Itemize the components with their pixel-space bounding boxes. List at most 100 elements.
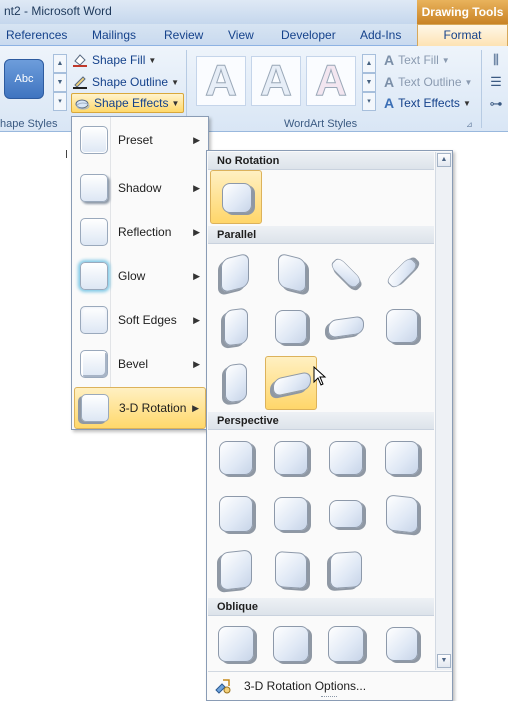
rotation-oblique-1[interactable] [210,618,262,672]
rotation-perspective-4[interactable] [376,432,428,486]
menu-item-shadow[interactable]: Shadow ▶ [74,167,206,209]
text-outline-icon: A [384,74,395,90]
rotation-parallel-4[interactable] [376,246,428,300]
tab-references[interactable]: References [6,28,67,42]
rotation-perspective-10[interactable] [265,544,317,598]
rounded-square-preview-icon [225,362,247,404]
dialog-launcher-icon[interactable]: ⊿ [466,120,473,129]
wordart-style-2[interactable]: A [251,56,301,106]
rounded-square-preview-icon [386,627,418,661]
rotation-oblique-3[interactable] [320,618,372,672]
shape-outline-label: Shape Outline [92,75,169,89]
rotation-perspective-9[interactable] [210,544,262,598]
section-oblique: Oblique [208,598,434,616]
tab-add-ins[interactable]: Add-Ins [360,28,401,42]
rotation-parallel-9[interactable] [210,356,262,410]
link-icon[interactable]: ⊶ [486,96,506,118]
rounded-square-preview-icon [275,550,307,590]
bevel-icon [80,350,108,378]
3d-rotation-options-icon [214,678,232,694]
rounded-square-preview-icon [329,500,363,528]
shape-outline-button[interactable]: Shape Outline ▼ [72,72,179,92]
shape-fill-label: Shape Fill [92,53,146,67]
section-perspective: Perspective [208,412,434,430]
tab-developer[interactable]: Developer [281,28,336,42]
rounded-square-preview-icon [386,309,418,343]
align-icon[interactable]: ⫼ [486,52,506,74]
scroll-down-button[interactable]: ▼ [362,73,376,92]
rotation-perspective-8[interactable] [376,488,428,542]
rotation-parallel-2[interactable] [265,246,317,300]
scroll-up-button[interactable]: ▲ [362,54,376,73]
rotation-oblique-4[interactable] [376,618,428,672]
menu-item-bevel[interactable]: Bevel ▶ [74,343,206,385]
menu-item-glow[interactable]: Glow ▶ [74,255,206,297]
tab-view[interactable]: View [228,28,254,42]
rotation-perspective-1[interactable] [210,432,262,486]
shape-effects-button[interactable]: Shape Effects ▼ [71,93,185,113]
rotation-parallel-8[interactable] [376,300,428,354]
rounded-square-preview-icon [219,441,253,475]
rotation-parallel-3[interactable] [320,246,372,300]
rounded-square-preview-icon [328,315,364,339]
scroll-up-button[interactable]: ▲ [437,153,451,167]
chevron-right-icon: ▶ [192,402,199,413]
rounded-square-preview-icon [385,256,419,290]
3d-rotation-options-item[interactable]: 3-D Rotation Options... [208,671,452,699]
position-icon[interactable]: ☰ [486,74,506,96]
rotation-parallel-6[interactable] [265,300,317,354]
chevron-right-icon: ▶ [193,226,200,237]
menu-item-reflection[interactable]: Reflection ▶ [74,211,206,253]
rotation-none[interactable] [210,170,262,224]
chevron-down-icon: ▼ [441,55,450,65]
wordart-style-1[interactable]: A [196,56,246,106]
shape-effects-label: Shape Effects [94,96,169,110]
chevron-down-icon: ▼ [462,98,471,108]
rotation-oblique-2[interactable] [265,618,317,672]
more-button[interactable]: ▾ [362,92,376,111]
drawing-tools-header: Drawing Tools [417,0,508,24]
3d-rotation-options-label: 3-D Rotation Options... [244,678,367,693]
3d-rotation-icon [81,394,109,422]
scroll-up-button[interactable]: ▲ [53,54,67,73]
rotation-parallel-10[interactable] [265,356,317,410]
wordart-styles-group-label: WordArt Styles [284,118,358,130]
wordart-style-3[interactable]: A [306,56,356,106]
rotation-perspective-11[interactable] [320,544,372,598]
menu-item-label: Glow [118,269,146,283]
3d-rotation-submenu: No Rotation Parallel Perspective Oblique… [206,150,453,701]
shape-fill-button[interactable]: Shape Fill ▼ [72,50,156,70]
resize-grip[interactable] [321,696,337,699]
text-outline-button[interactable]: A Text Outline ▼ [384,72,472,92]
wordart-gallery-scroll: ▲ ▼ ▾ [362,54,376,112]
paint-bucket-icon [72,53,88,67]
rotation-perspective-2[interactable] [265,432,317,486]
menu-item-label: Reflection [118,225,172,239]
title-bar: nt2 - Microsoft Word Drawing Tools [0,0,508,24]
rounded-square-preview-icon [221,252,249,294]
menu-item-3d-rotation[interactable]: 3-D Rotation ▶ [74,387,206,429]
gallery-scrollbar[interactable]: ▲ ▼ [435,152,452,670]
tab-review[interactable]: Review [164,28,203,42]
shape-style-swatch[interactable]: Abc [4,59,44,99]
rotation-perspective-6[interactable] [265,488,317,542]
text-effects-button[interactable]: A Text Effects ▼ [384,93,471,113]
rotation-perspective-5[interactable] [210,488,262,542]
text-outline-label: Text Outline [398,75,462,89]
menu-item-soft-edges[interactable]: Soft Edges ▶ [74,299,206,341]
menu-item-preset[interactable]: Preset ▶ [74,119,206,161]
scroll-down-button[interactable]: ▼ [53,73,67,92]
text-fill-button[interactable]: A Text Fill ▼ [384,50,450,70]
rotation-perspective-3[interactable] [320,432,372,486]
rotation-parallel-5[interactable] [210,300,262,354]
rounded-square-preview-icon [222,183,252,213]
rounded-square-preview-icon [278,252,306,294]
scroll-down-button[interactable]: ▼ [437,654,451,668]
tab-mailings[interactable]: Mailings [92,28,136,42]
more-button[interactable]: ▾ [53,92,67,111]
rotation-parallel-1[interactable] [210,246,262,300]
shape-styles-group-label: hape Styles [0,118,58,130]
rotation-parallel-7[interactable] [320,300,372,354]
tab-format[interactable]: Format [417,24,508,47]
rotation-perspective-7[interactable] [320,488,372,542]
